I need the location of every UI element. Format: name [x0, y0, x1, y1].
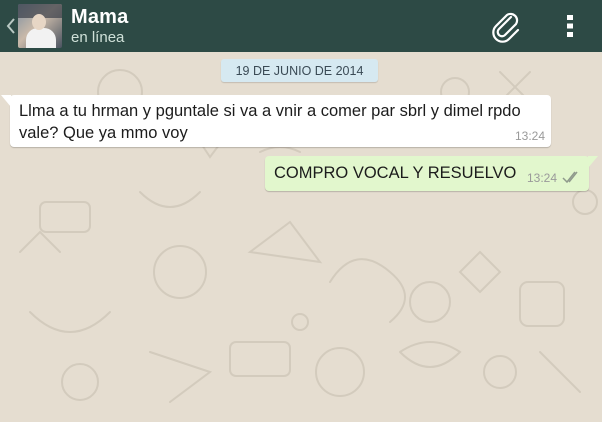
more-vertical-icon [567, 15, 573, 37]
date-separator: 19 DE JUNIO DE 2014 [221, 59, 378, 82]
back-button[interactable] [4, 0, 18, 52]
outgoing-message[interactable]: COMPRO VOCAL Y RESUELVO 13:24 [265, 156, 598, 191]
message-text: Llma a tu hrman y pguntale si va a vnir … [19, 102, 521, 142]
paperclip-icon [492, 12, 520, 43]
avatar[interactable] [18, 4, 62, 48]
message-text: COMPRO VOCAL Y RESUELVO [274, 164, 517, 182]
chat-header: Mama en línea [0, 0, 602, 52]
message-time: 13:24 [527, 171, 558, 185]
contact-info[interactable]: Mama en línea [71, 6, 129, 47]
incoming-message[interactable]: Llma a tu hrman y pguntale si va a vnir … [1, 95, 551, 147]
menu-button[interactable] [558, 6, 582, 46]
chevron-left-icon [6, 18, 15, 34]
contact-status: en línea [71, 28, 125, 46]
attach-button[interactable] [486, 6, 526, 46]
contact-name: Mama [71, 5, 129, 28]
double-check-icon [562, 171, 578, 184]
message-time: 13:24 [514, 129, 545, 143]
